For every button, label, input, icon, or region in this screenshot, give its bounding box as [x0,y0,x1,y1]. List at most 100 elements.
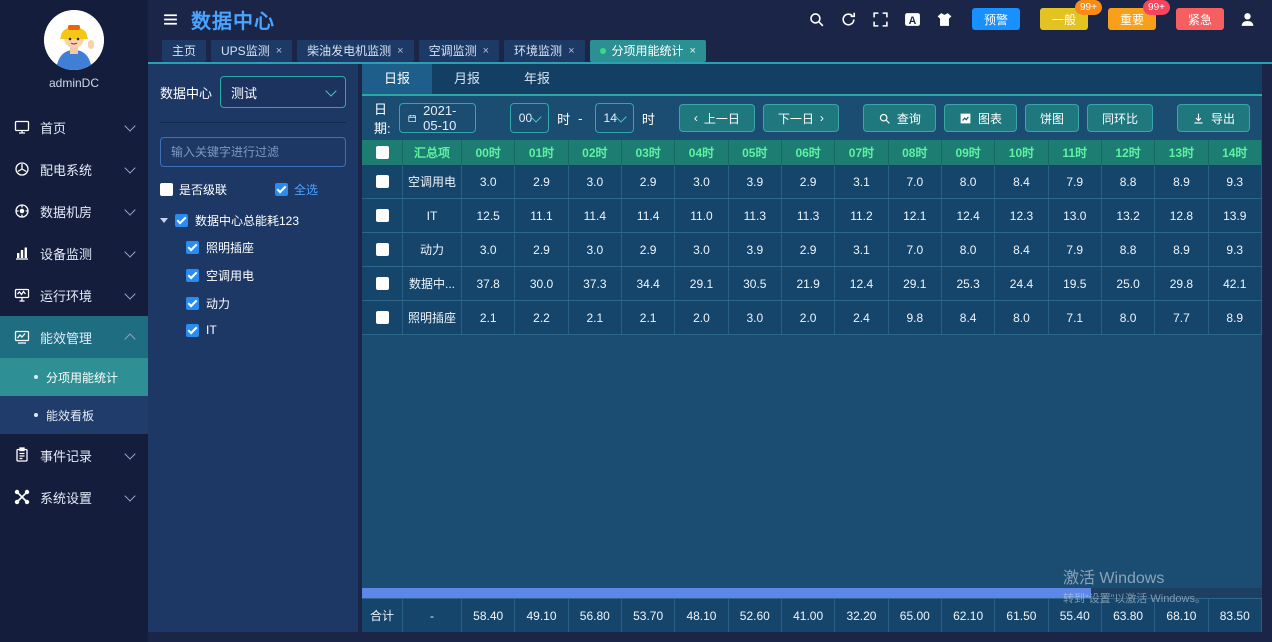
hamburger-icon[interactable] [162,11,179,28]
fullscreen-icon[interactable] [872,11,889,28]
sidebar-item-1[interactable]: 配电系统 [0,148,148,190]
close-icon[interactable]: × [276,40,282,62]
value-cell: 29.1 [889,267,942,300]
tree-item-checkbox[interactable] [186,324,199,337]
value-cell: 13.0 [1049,199,1102,232]
select-all-label[interactable]: 全选 [294,181,318,198]
total-value-cell: 48.10 [675,599,728,632]
hour-column-header: 11时 [1049,140,1102,165]
tree-item-0[interactable]: 照明插座 [186,239,346,256]
tree-item-1[interactable]: 空调用电 [186,267,346,284]
tree-item-2[interactable]: 动力 [186,295,346,312]
sidebar-item-3[interactable]: 设备监测 [0,232,148,274]
sidebar-item-6[interactable]: 事件记录 [0,434,148,476]
close-icon[interactable]: × [483,40,489,62]
value-cell: 2.1 [622,301,675,334]
hour-column-header: 12时 [1102,140,1155,165]
tab-2[interactable]: 柴油发电机监测× [297,40,413,62]
row-checkbox[interactable] [376,243,389,256]
alarm-button-0[interactable]: 预警 [972,8,1020,30]
tree-root-label[interactable]: 数据中心总能耗123 [195,212,299,229]
row-checkbox[interactable] [376,175,389,188]
alarm-button-3[interactable]: 紧急 [1176,8,1224,30]
date-value: 2021-05-10 [423,103,467,133]
value-cell: 7.9 [1049,165,1102,198]
compare-button[interactable]: 同环比 [1087,104,1153,132]
tree-item-3[interactable]: IT [186,323,346,337]
sidebar-item-4[interactable]: 运行环境 [0,274,148,316]
sidebar-subitem-5-0[interactable]: 分项用能统计 [0,358,148,396]
sidebar-item-0[interactable]: 首页 [0,106,148,148]
value-cell: 11.1 [515,199,568,232]
value-cell: 12.4 [835,267,888,300]
sidebar-item-7[interactable]: 系统设置 [0,476,148,518]
translate-icon[interactable]: A [904,11,921,28]
total-value-cell: 56.80 [569,599,622,632]
tree-caret-icon[interactable] [160,218,168,223]
active-dot-icon [600,48,606,54]
close-icon[interactable]: × [690,40,696,62]
tree-root-checkbox[interactable] [175,214,188,227]
keyword-filter-input[interactable] [160,137,346,167]
tab-3[interactable]: 空调监测 × [419,40,499,62]
alarm-button-2[interactable]: 重要99+ [1108,8,1156,30]
value-cell: 2.9 [782,165,835,198]
page-tabs: 主页UPS监测×柴油发电机监测×空调监测×环境监测×分项用能统计× [148,37,1272,62]
chart-button[interactable]: 图表 [944,104,1017,132]
next-day-button[interactable]: 下一日› [763,104,839,132]
user-icon[interactable] [1239,11,1256,28]
export-button[interactable]: 导出 [1177,104,1250,132]
sidebar-item-5[interactable]: 能效管理 [0,316,148,358]
tab-4[interactable]: 环境监测× [504,40,584,62]
sidebar-menu: 首页配电系统数据机房设备监测运行环境能效管理分项用能统计能效看板事件记录系统设置 [0,106,148,518]
value-cell: 21.9 [782,267,835,300]
sidebar-subitem-5-1[interactable]: 能效看板 [0,396,148,434]
value-cell: 25.0 [1102,267,1155,300]
tab-0[interactable]: 主页 [162,40,206,62]
value-cell: 11.2 [835,199,888,232]
select-all-rows-checkbox[interactable] [376,146,389,159]
value-cell: 3.9 [729,233,782,266]
date-picker[interactable]: 2021-05-10 [399,103,476,133]
hour-unit: 时 [557,109,570,128]
chevron-down-icon [530,111,541,122]
table-row-1: IT12.511.111.411.411.011.311.311.212.112… [362,199,1262,233]
tab-1[interactable]: UPS监测× [211,40,292,62]
query-button[interactable]: 查询 [863,104,936,132]
sidebar-item-2[interactable]: 数据机房 [0,190,148,232]
theme-icon[interactable] [936,11,953,28]
tree-item-checkbox[interactable] [186,297,199,310]
pie-button[interactable]: 饼图 [1025,104,1079,132]
report-tab-2[interactable]: 年报 [502,64,572,94]
search-icon[interactable] [808,11,825,28]
select-all-checkbox[interactable] [275,183,288,196]
refresh-icon[interactable] [840,11,857,28]
hour-column-header: 01时 [515,140,568,165]
settings-icon [14,489,30,505]
close-icon[interactable]: × [568,40,574,62]
cascade-checkbox[interactable] [160,183,173,196]
row-checkbox[interactable] [376,277,389,290]
prev-day-button[interactable]: ‹上一日 [679,104,755,132]
total-value-cell: 65.00 [889,599,942,632]
tree-item-checkbox[interactable] [186,241,199,254]
tab-label: 空调监测 [429,40,477,62]
close-icon[interactable]: × [397,40,403,62]
tab-5[interactable]: 分项用能统计× [590,40,706,62]
hour-end-select[interactable]: 14 [595,103,634,133]
scrollbar-thumb[interactable] [362,588,1091,598]
value-cell: 37.8 [462,267,515,300]
tree-item-checkbox[interactable] [186,269,199,282]
datacenter-select[interactable]: 测试 [220,76,346,108]
hour-start-select[interactable]: 00 [510,103,549,133]
total-value-cell: 55.40 [1049,599,1102,632]
row-checkbox[interactable] [376,311,389,324]
alarm-button-1[interactable]: 一般99+ [1040,8,1088,30]
row-checkbox[interactable] [376,209,389,222]
avatar[interactable] [44,10,104,70]
app-window: adminDC 首页配电系统数据机房设备监测运行环境能效管理分项用能统计能效看板… [0,0,1272,642]
total-row: 合计 - 58.4049.1056.8053.7048.1052.6041.00… [362,598,1262,632]
horizontal-scrollbar[interactable] [362,588,1262,598]
report-tab-1[interactable]: 月报 [432,64,502,94]
report-tab-0[interactable]: 日报 [362,64,432,94]
